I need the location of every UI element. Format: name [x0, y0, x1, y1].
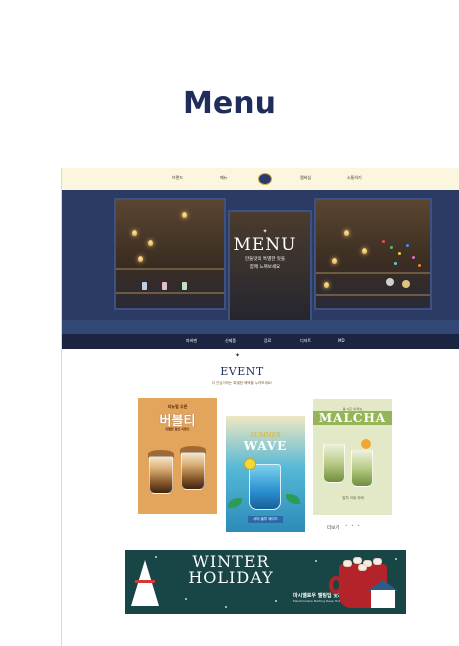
event-card-bubble-tea[interactable]: 리뉴얼 오픈 버블티 특별한 할인 이벤트 [138, 398, 217, 514]
nav-item-brand[interactable]: 브랜드 [172, 175, 183, 181]
bubble-tea-cup [149, 456, 173, 494]
marshmallow [343, 560, 352, 567]
top-nav: 브랜드 메뉴 멤버십 소통하기 [62, 168, 459, 190]
event-card-summer-wave[interactable]: SUMMER WAVE 서머 블루 에이드 [226, 416, 305, 532]
hanging-lamp [362, 248, 367, 254]
page-title: Menu [183, 86, 276, 121]
decoration-dot [182, 282, 187, 290]
hero-subtitle: 만들맛의 특별한 맛을 [244, 257, 286, 262]
winter-holiday-banner[interactable]: WINTER HOLIDAY 마시멜로우 멜팅딥 핫초코 Marshmallow… [125, 550, 406, 614]
hero-banner: ✦ MENU 만들맛의 특별한 맛을 함께 느껴보세요 [62, 190, 459, 334]
hanging-lamp [344, 230, 349, 236]
event-card-malcha[interactable]: 봄 시즌 새 메뉴 MALCHA 말차 크림 라떼 [313, 399, 392, 515]
marshmallow [358, 564, 367, 571]
event-subtitle: 더 진심이하는 특별한 혜택을 누려보세요! [211, 381, 273, 385]
card-description: 특별한 할인 이벤트 [165, 427, 190, 431]
citrus-slice [361, 439, 371, 449]
decoration-dot [142, 282, 147, 290]
decoration-dot [162, 282, 167, 290]
marshmallow [353, 557, 362, 564]
card-title: MALCHA [313, 411, 392, 425]
star-icon: ✦ [262, 228, 268, 235]
marshmallow [373, 558, 382, 565]
card-label: 말차 크림 라떼 [342, 496, 364, 500]
category-tab[interactable]: 디저트 [300, 338, 311, 344]
shelf [316, 272, 430, 274]
decoration-dot [418, 264, 421, 267]
snowflake [155, 556, 157, 558]
snowflake [395, 558, 397, 560]
more-link[interactable]: 더보기 [327, 525, 339, 531]
hanging-lamp [182, 212, 187, 218]
logo[interactable] [258, 173, 272, 185]
snowflake [185, 598, 187, 600]
decoration-dot [390, 246, 393, 249]
category-tab[interactable]: 음료 [264, 338, 271, 344]
decoration-dot [406, 244, 409, 247]
snowflake [315, 560, 317, 562]
hanging-lamp [138, 256, 143, 262]
card-title: WAVE [243, 439, 288, 453]
bubble-tea-cup [181, 452, 205, 490]
event-title: EVENT [220, 365, 264, 378]
hanging-lamp [148, 240, 153, 246]
snowflake [275, 600, 277, 602]
decoration-dot [402, 280, 410, 288]
decoration-dot [398, 252, 401, 255]
category-tab[interactable]: 신제품 [225, 338, 236, 344]
nav-item-community[interactable]: 소통하기 [347, 175, 362, 181]
hero-sign: ✦ MENU 만들맛의 특별한 맛을 함께 느껴보세요 [230, 228, 300, 271]
website-mockup: 브랜드 메뉴 멤버십 소통하기 ✦ MENU 만들맛의 특별한 맛을 함께 느껴… [61, 168, 459, 646]
decoration-dot [386, 278, 394, 286]
card-tag: SUMMER [250, 432, 281, 439]
banner-title: WINTER HOLIDAY [161, 554, 301, 586]
matcha-glass [323, 443, 345, 483]
star-icon: ✦ [235, 352, 241, 359]
ade-glass [249, 464, 281, 510]
hanging-lamp [132, 230, 137, 236]
leaf [286, 494, 300, 504]
decoration-dot [394, 262, 397, 265]
shelf [116, 268, 224, 270]
hero-subtitle: 함께 느껴보세요 [249, 265, 281, 270]
category-tab[interactable]: 파바맨 [186, 338, 197, 344]
matcha-glass [351, 449, 373, 487]
category-tab[interactable]: MD [338, 338, 345, 343]
nav-item-membership[interactable]: 멤버십 [300, 175, 311, 181]
category-nav: 파바맨 신제품 음료 디저트 MD [62, 334, 459, 349]
snow-house [371, 590, 395, 608]
hero-title: MENU [233, 235, 297, 255]
hanging-lamp [324, 282, 329, 288]
decoration-dot [412, 256, 415, 259]
storefront-base [62, 320, 459, 334]
shelf [316, 294, 430, 296]
christmas-tree [131, 560, 159, 606]
leaf [228, 498, 242, 508]
lemon-slice [244, 458, 256, 470]
card-label: 서머 블루 에이드 [248, 516, 283, 523]
shelf [116, 292, 224, 294]
nav-item-menu[interactable]: 메뉴 [220, 175, 227, 181]
banner-title-line: HOLIDAY [188, 568, 274, 587]
pagination-dots[interactable]: • • • [345, 524, 361, 529]
snowflake [225, 606, 227, 608]
decoration-dot [382, 240, 385, 243]
tree-ribbon [135, 580, 155, 583]
hanging-lamp [332, 258, 337, 264]
